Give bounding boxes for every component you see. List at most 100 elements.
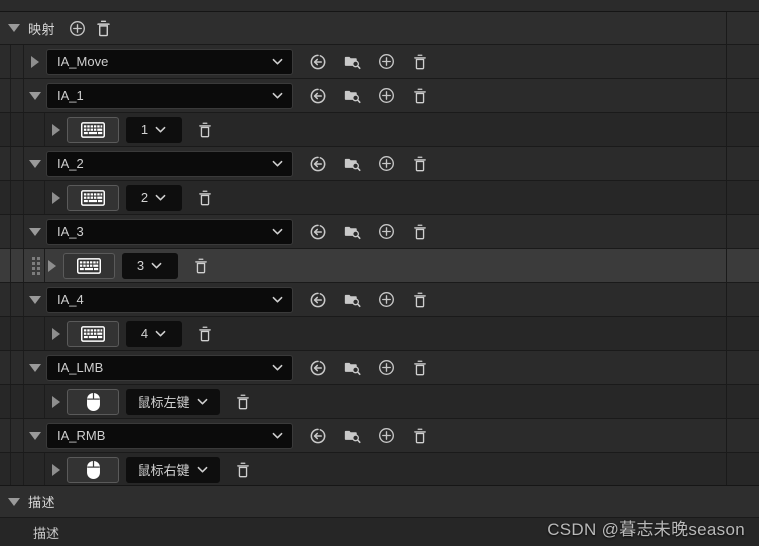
action-combo-box[interactable]: IA_Move bbox=[46, 48, 293, 75]
trash-icon bbox=[414, 292, 426, 307]
mapping-section-caret[interactable] bbox=[0, 24, 28, 32]
delete-mapping-button[interactable] bbox=[405, 353, 435, 383]
add-key-mapping-button[interactable] bbox=[371, 217, 401, 247]
key-combo-box[interactable]: 鼠标右键 bbox=[126, 456, 220, 483]
browse-to-asset-button[interactable] bbox=[303, 81, 333, 111]
expand-triggers-toggle[interactable] bbox=[45, 385, 67, 418]
key-mapping-row[interactable]: 4 bbox=[0, 317, 759, 351]
browse-to-asset-icon bbox=[310, 88, 326, 103]
delete-key-button[interactable] bbox=[228, 387, 258, 417]
browse-to-asset-button[interactable] bbox=[303, 421, 333, 451]
trash-icon bbox=[414, 54, 426, 69]
delete-key-button[interactable] bbox=[228, 455, 258, 485]
expand-toggle[interactable] bbox=[24, 351, 46, 384]
find-in-content-browser-button[interactable] bbox=[337, 217, 367, 247]
input-device-button[interactable] bbox=[67, 388, 119, 415]
trash-icon bbox=[199, 190, 211, 205]
expand-toggle[interactable] bbox=[24, 147, 46, 180]
expand-triggers-toggle[interactable] bbox=[45, 181, 67, 214]
mapping-action-row[interactable]: IA_1 bbox=[0, 79, 759, 113]
mapping-action-row[interactable]: IA_Move bbox=[0, 45, 759, 79]
mouse-icon bbox=[86, 392, 100, 411]
add-key-mapping-button[interactable] bbox=[371, 149, 401, 179]
browse-to-asset-button[interactable] bbox=[303, 353, 333, 383]
expand-triggers-toggle[interactable] bbox=[45, 453, 67, 486]
expand-triggers-toggle[interactable] bbox=[45, 113, 67, 146]
delete-key-button[interactable] bbox=[190, 115, 220, 145]
add-key-mapping-button[interactable] bbox=[371, 47, 401, 77]
trash-icon bbox=[414, 88, 426, 103]
mapping-section-title: 映射 bbox=[28, 21, 56, 37]
indent-guide bbox=[10, 113, 11, 146]
action-combo-box[interactable]: IA_1 bbox=[46, 82, 293, 109]
expand-toggle[interactable] bbox=[24, 215, 46, 248]
mapping-action-row[interactable]: IA_3 bbox=[0, 215, 759, 249]
delete-mapping-button[interactable] bbox=[405, 421, 435, 451]
column-splitter[interactable] bbox=[726, 12, 727, 518]
mapping-action-row[interactable]: IA_RMB bbox=[0, 419, 759, 453]
input-device-button[interactable] bbox=[67, 320, 119, 347]
add-mapping-button[interactable] bbox=[64, 15, 90, 41]
action-combo-box[interactable]: IA_RMB bbox=[46, 422, 293, 449]
delete-mapping-button[interactable] bbox=[405, 47, 435, 77]
add-key-mapping-button[interactable] bbox=[371, 285, 401, 315]
delete-key-button[interactable] bbox=[186, 251, 216, 281]
indent-guide bbox=[10, 283, 11, 316]
find-in-content-browser-button[interactable] bbox=[337, 285, 367, 315]
key-combo-box[interactable]: 鼠标左键 bbox=[126, 388, 220, 415]
key-mapping-row[interactable]: 鼠标右键 bbox=[0, 453, 759, 487]
expand-toggle[interactable] bbox=[24, 283, 46, 316]
input-device-button[interactable] bbox=[67, 116, 119, 143]
expand-toggle[interactable] bbox=[24, 45, 46, 78]
drag-handle[interactable] bbox=[30, 256, 41, 275]
key-combo-box[interactable]: 4 bbox=[126, 320, 182, 347]
input-device-button[interactable] bbox=[67, 184, 119, 211]
action-combo-box[interactable]: IA_3 bbox=[46, 218, 293, 245]
key-mapping-row[interactable]: 3 bbox=[0, 249, 759, 283]
browse-to-asset-icon bbox=[310, 292, 326, 307]
input-device-button[interactable] bbox=[63, 252, 115, 279]
description-section-caret[interactable] bbox=[0, 497, 28, 506]
delete-key-button[interactable] bbox=[190, 183, 220, 213]
input-device-button[interactable] bbox=[67, 456, 119, 483]
expand-triggers-toggle[interactable] bbox=[45, 317, 67, 350]
delete-mapping-button[interactable] bbox=[405, 285, 435, 315]
clear-all-mappings-button[interactable] bbox=[90, 15, 116, 41]
mapping-action-row[interactable]: IA_4 bbox=[0, 283, 759, 317]
action-combo-box[interactable]: IA_4 bbox=[46, 286, 293, 313]
mapping-action-row[interactable]: IA_LMB bbox=[0, 351, 759, 385]
find-in-content-browser-button[interactable] bbox=[337, 47, 367, 77]
chevron-down-icon bbox=[29, 227, 41, 236]
find-in-content-browser-button[interactable] bbox=[337, 421, 367, 451]
find-in-content-browser-button[interactable] bbox=[337, 149, 367, 179]
browse-to-asset-button[interactable] bbox=[303, 217, 333, 247]
key-combo-box[interactable]: 1 bbox=[126, 116, 182, 143]
browse-to-asset-button[interactable] bbox=[303, 149, 333, 179]
chevron-down-icon bbox=[272, 160, 283, 167]
expand-toggle[interactable] bbox=[24, 79, 46, 112]
chevron-down-icon bbox=[272, 58, 283, 65]
key-combo-box[interactable]: 2 bbox=[126, 184, 182, 211]
mapping-action-row[interactable]: IA_2 bbox=[0, 147, 759, 181]
action-combo-box[interactable]: IA_2 bbox=[46, 150, 293, 177]
delete-mapping-button[interactable] bbox=[405, 149, 435, 179]
action-combo-box[interactable]: IA_LMB bbox=[46, 354, 293, 381]
find-in-content-browser-icon bbox=[344, 430, 361, 443]
key-mapping-row[interactable]: 鼠标左键 bbox=[0, 385, 759, 419]
delete-key-button[interactable] bbox=[190, 319, 220, 349]
find-in-content-browser-button[interactable] bbox=[337, 353, 367, 383]
add-key-mapping-button[interactable] bbox=[371, 81, 401, 111]
plus-circle-icon bbox=[378, 292, 394, 307]
key-combo-box[interactable]: 3 bbox=[122, 252, 178, 279]
find-in-content-browser-button[interactable] bbox=[337, 81, 367, 111]
delete-mapping-button[interactable] bbox=[405, 81, 435, 111]
add-key-mapping-button[interactable] bbox=[371, 353, 401, 383]
key-mapping-row[interactable]: 1 bbox=[0, 113, 759, 147]
key-mapping-row[interactable]: 2 bbox=[0, 181, 759, 215]
expand-toggle[interactable] bbox=[24, 419, 46, 452]
delete-mapping-button[interactable] bbox=[405, 217, 435, 247]
key-name: 2 bbox=[140, 190, 149, 205]
browse-to-asset-button[interactable] bbox=[303, 285, 333, 315]
add-key-mapping-button[interactable] bbox=[371, 421, 401, 451]
browse-to-asset-button[interactable] bbox=[303, 47, 333, 77]
